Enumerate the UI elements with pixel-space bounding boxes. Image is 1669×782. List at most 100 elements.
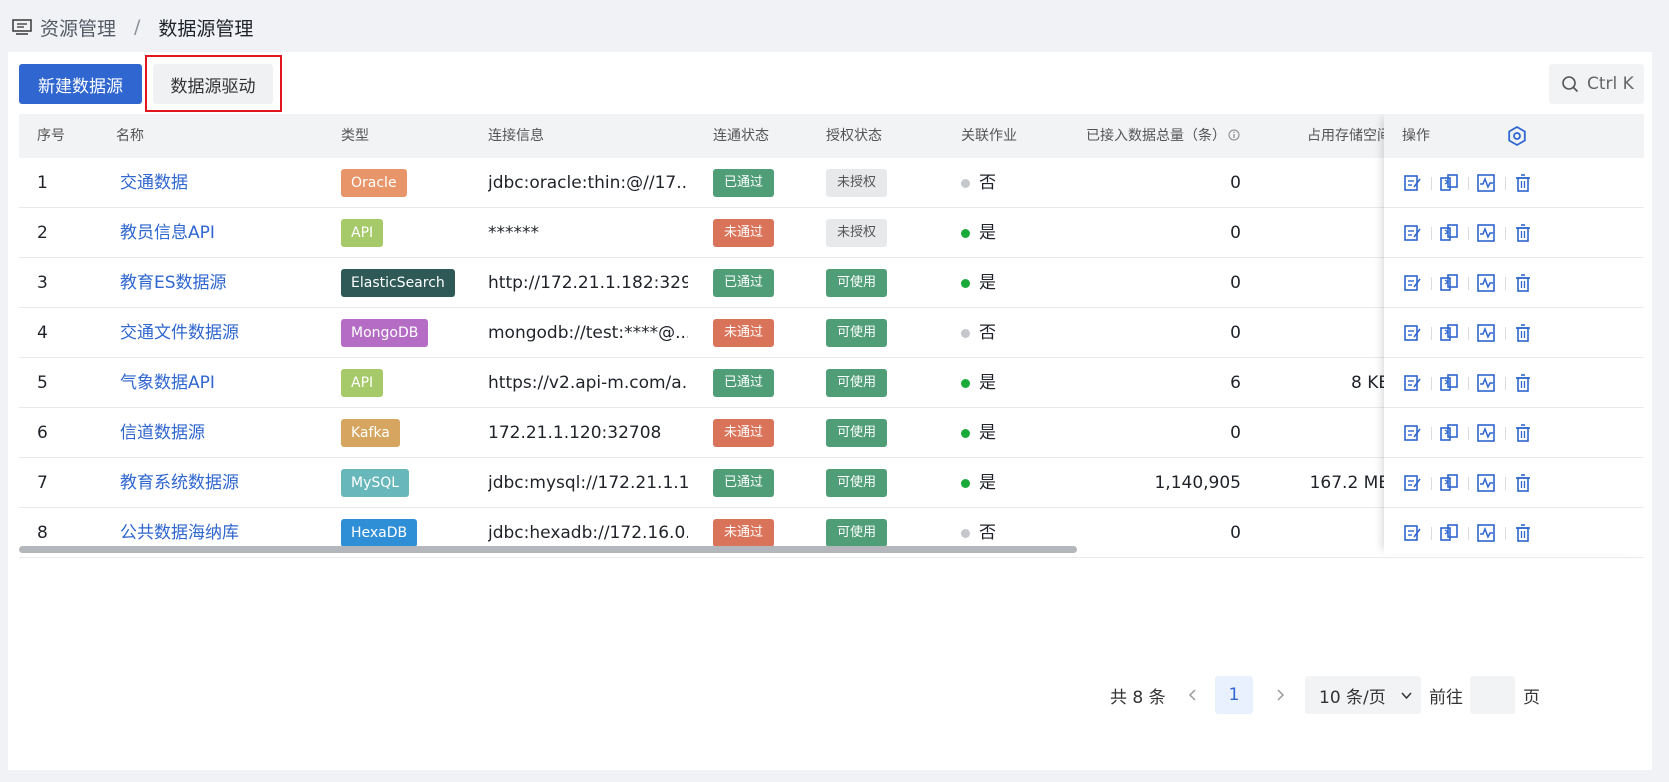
type-tag: Oracle bbox=[341, 169, 407, 197]
job-status-label: 是 bbox=[979, 223, 996, 243]
edit-icon[interactable] bbox=[1402, 473, 1422, 493]
delete-icon[interactable] bbox=[1513, 323, 1533, 343]
op-separator bbox=[1468, 227, 1469, 240]
ops-row bbox=[1384, 208, 1644, 258]
op-separator bbox=[1505, 277, 1506, 290]
op-separator bbox=[1431, 527, 1432, 540]
op-separator bbox=[1431, 177, 1432, 190]
total-count-cell: 0 bbox=[1230, 323, 1241, 343]
storage-cell: - bbox=[1241, 408, 1390, 458]
copy-icon[interactable] bbox=[1439, 323, 1459, 343]
pagination: 共 8 条 bbox=[1110, 676, 1166, 714]
op-separator bbox=[1468, 427, 1469, 440]
copy-icon[interactable] bbox=[1439, 523, 1459, 543]
delete-icon[interactable] bbox=[1513, 473, 1533, 493]
page-size-value: 10 条/页 bbox=[1319, 687, 1386, 708]
job-status-label: 是 bbox=[979, 473, 996, 493]
edit-icon[interactable] bbox=[1402, 223, 1422, 243]
copy-icon[interactable] bbox=[1439, 423, 1459, 443]
search-input[interactable]: Ctrl K bbox=[1549, 64, 1644, 104]
prev-page-button[interactable] bbox=[1186, 676, 1200, 714]
search-placeholder: Ctrl K bbox=[1587, 74, 1634, 94]
next-page-button[interactable] bbox=[1273, 676, 1287, 714]
page-size-select[interactable]: 10 条/页 bbox=[1305, 676, 1421, 714]
main-panel: 新建数据源 数据源驱动 Ctrl K 序号 名称 类型 连接信息 连通状态 授权… bbox=[8, 52, 1652, 770]
ops-row bbox=[1384, 408, 1644, 458]
op-separator bbox=[1431, 277, 1432, 290]
chevron-right-icon bbox=[1277, 689, 1285, 701]
monitor-icon bbox=[12, 19, 32, 35]
datasource-name-link[interactable]: 交通数据 bbox=[120, 158, 188, 208]
monitor-icon[interactable] bbox=[1476, 523, 1496, 543]
edit-icon[interactable] bbox=[1402, 423, 1422, 443]
chevron-down-icon bbox=[1401, 691, 1412, 699]
delete-icon[interactable] bbox=[1513, 373, 1533, 393]
datasource-driver-button[interactable]: 数据源驱动 bbox=[153, 64, 273, 104]
total-count-cell: 1,140,905 bbox=[1154, 473, 1241, 493]
link-status-tag: 已通过 bbox=[713, 269, 774, 297]
edit-icon[interactable] bbox=[1402, 523, 1422, 543]
op-separator bbox=[1505, 327, 1506, 340]
col-link-status: 连通状态 bbox=[713, 128, 769, 144]
ops-column: 操作 bbox=[1384, 114, 1644, 558]
copy-icon[interactable] bbox=[1439, 373, 1459, 393]
delete-icon[interactable] bbox=[1513, 423, 1533, 443]
edit-icon[interactable] bbox=[1402, 173, 1422, 193]
job-status-label: 是 bbox=[979, 373, 996, 393]
monitor-icon[interactable] bbox=[1476, 423, 1496, 443]
delete-icon[interactable] bbox=[1513, 523, 1533, 543]
edit-icon[interactable] bbox=[1402, 373, 1422, 393]
link-status-tag: 已通过 bbox=[713, 469, 774, 497]
auth-status-tag: 可使用 bbox=[826, 369, 887, 397]
create-datasource-button[interactable]: 新建数据源 bbox=[19, 64, 142, 104]
copy-icon[interactable] bbox=[1439, 273, 1459, 293]
link-status-tag: 已通过 bbox=[713, 169, 774, 197]
info-icon[interactable] bbox=[1228, 129, 1240, 141]
col-storage: 占用存储空间 bbox=[1307, 128, 1391, 144]
total-count: 共 8 条 bbox=[1110, 687, 1166, 708]
row-index: 3 bbox=[37, 273, 48, 293]
breadcrumb: 资源管理 / 数据源管理 bbox=[12, 14, 253, 40]
type-tag: API bbox=[341, 369, 384, 397]
type-tag: ElasticSearch bbox=[341, 269, 455, 297]
storage-cell: - bbox=[1241, 508, 1390, 558]
job-status-dot bbox=[961, 379, 970, 388]
op-separator bbox=[1505, 377, 1506, 390]
monitor-icon[interactable] bbox=[1476, 323, 1496, 343]
edit-icon[interactable] bbox=[1402, 323, 1422, 343]
job-status-dot bbox=[961, 479, 970, 488]
datasource-name-link[interactable]: 交通文件数据源 bbox=[120, 308, 239, 358]
datasource-name-link[interactable]: 气象数据API bbox=[120, 358, 215, 408]
ops-row bbox=[1384, 308, 1644, 358]
copy-icon[interactable] bbox=[1439, 223, 1459, 243]
delete-icon[interactable] bbox=[1513, 173, 1533, 193]
goto-suffix: 页 bbox=[1523, 687, 1540, 708]
monitor-icon[interactable] bbox=[1476, 173, 1496, 193]
delete-icon[interactable] bbox=[1513, 273, 1533, 293]
copy-icon[interactable] bbox=[1439, 173, 1459, 193]
settings-icon[interactable] bbox=[1506, 125, 1528, 147]
delete-icon[interactable] bbox=[1513, 223, 1533, 243]
link-status-tag: 未通过 bbox=[713, 519, 774, 547]
goto-page-input[interactable] bbox=[1470, 676, 1515, 714]
copy-icon[interactable] bbox=[1439, 473, 1459, 493]
ops-row bbox=[1384, 358, 1644, 408]
col-type: 类型 bbox=[341, 128, 369, 144]
datasource-name-link[interactable]: 教员信息API bbox=[120, 208, 215, 258]
monitor-icon[interactable] bbox=[1476, 473, 1496, 493]
page-1-button[interactable]: 1 bbox=[1215, 676, 1253, 714]
op-separator bbox=[1468, 177, 1469, 190]
edit-icon[interactable] bbox=[1402, 273, 1422, 293]
total-count-cell: 0 bbox=[1230, 223, 1241, 243]
monitor-icon[interactable] bbox=[1476, 223, 1496, 243]
job-status-dot bbox=[961, 229, 970, 238]
breadcrumb-parent[interactable]: 资源管理 bbox=[40, 14, 116, 41]
datasource-name-link[interactable]: 信道数据源 bbox=[120, 408, 205, 458]
horizontal-scrollbar[interactable] bbox=[19, 546, 1077, 553]
datasource-name-link[interactable]: 教育ES数据源 bbox=[120, 258, 227, 308]
ops-row bbox=[1384, 458, 1644, 508]
monitor-icon[interactable] bbox=[1476, 273, 1496, 293]
monitor-icon[interactable] bbox=[1476, 373, 1496, 393]
op-separator bbox=[1468, 527, 1469, 540]
datasource-name-link[interactable]: 教育系统数据源 bbox=[120, 458, 239, 508]
